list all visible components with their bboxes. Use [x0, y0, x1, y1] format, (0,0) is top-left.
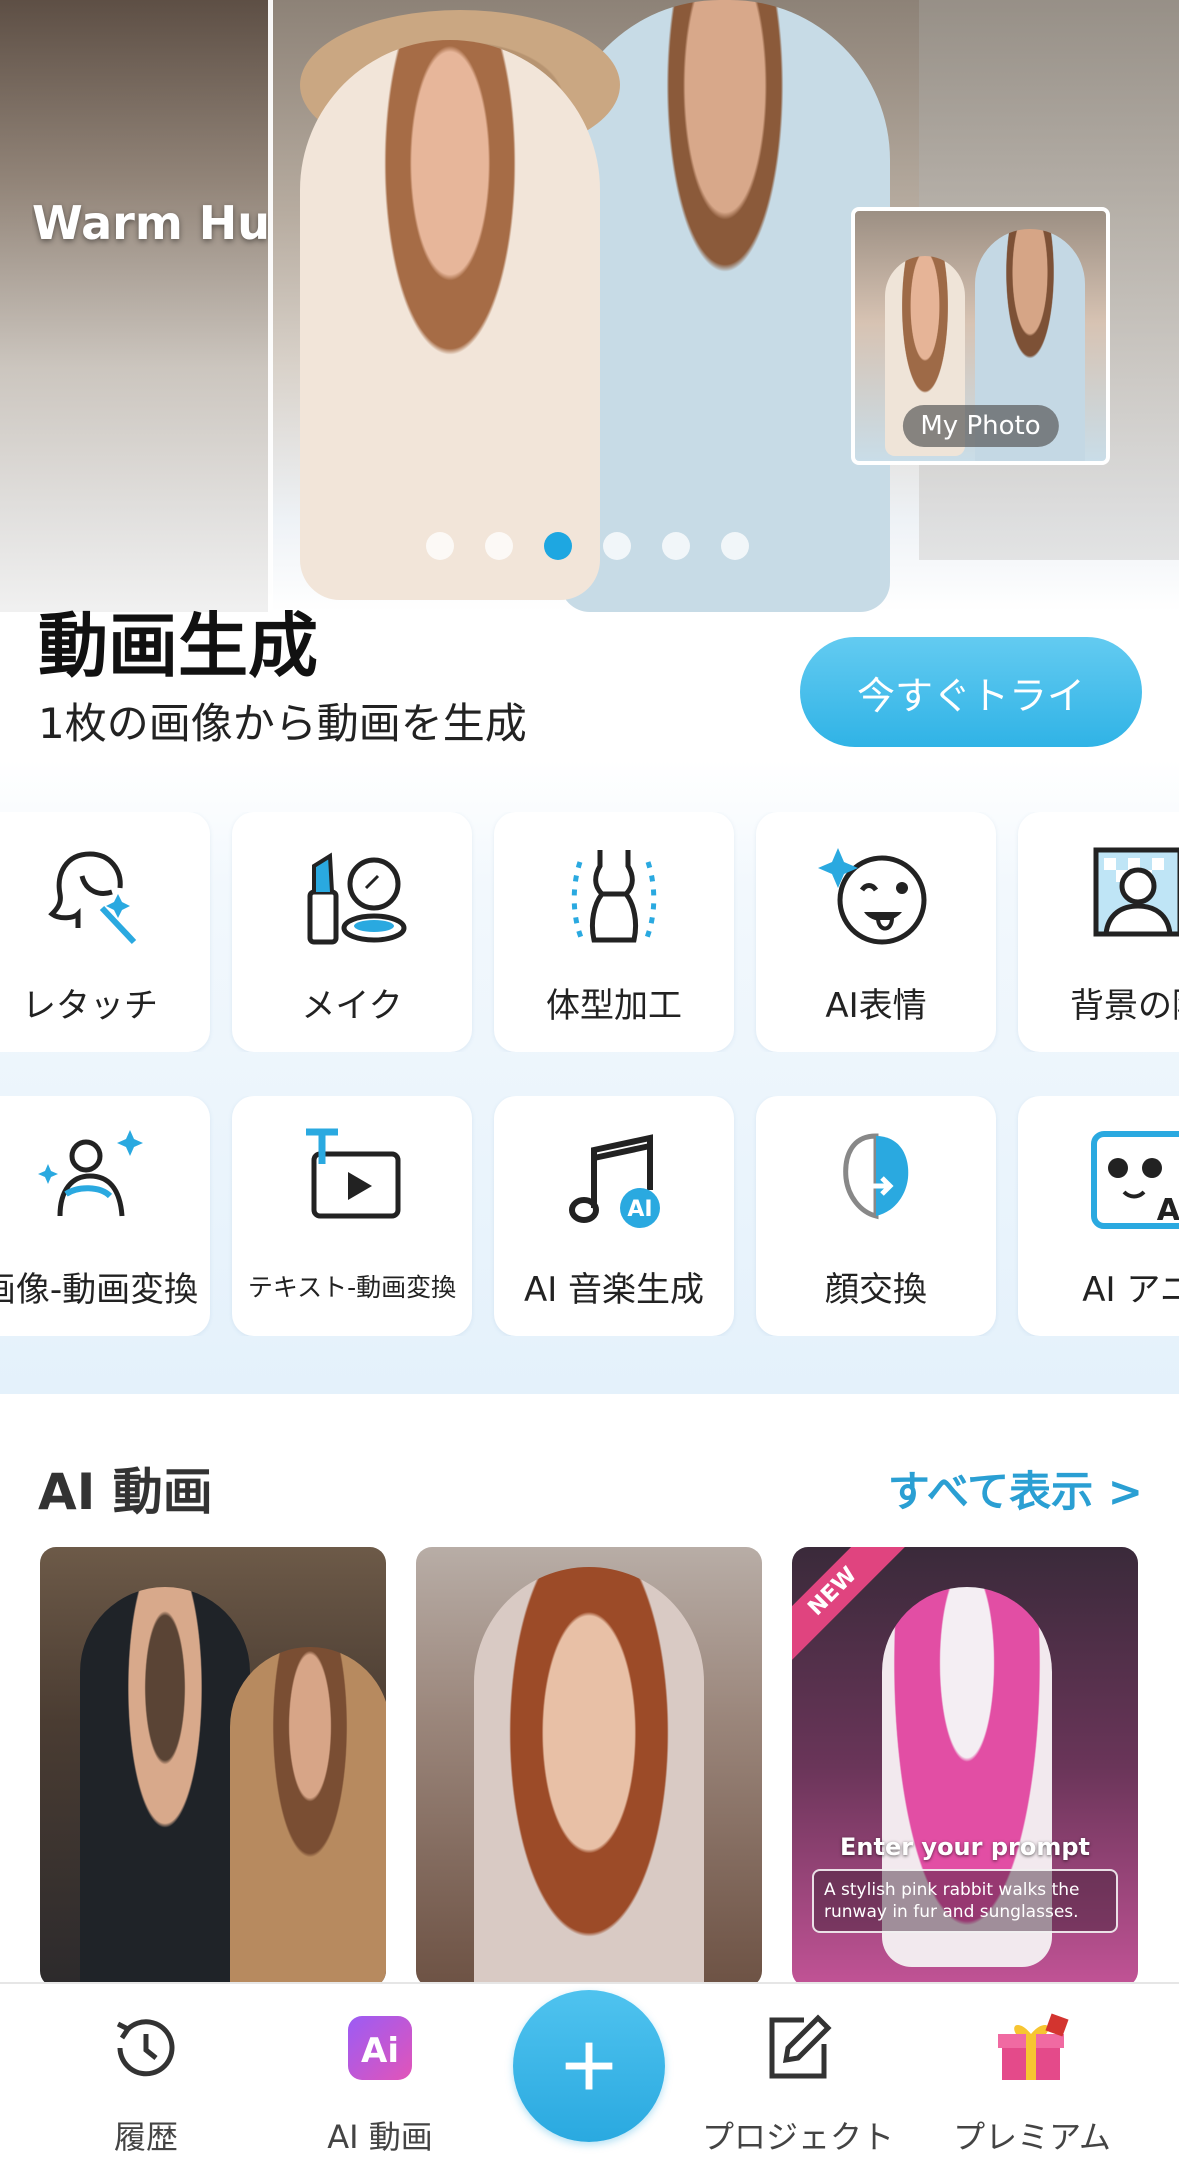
- background-remove-icon: [1093, 847, 1179, 937]
- video-card[interactable]: [416, 1547, 762, 1987]
- promo-subtitle: 1枚の画像から動画を生成: [38, 699, 527, 748]
- tool-label: メイク: [301, 986, 403, 1026]
- tab-label: 履歴: [113, 2118, 178, 2156]
- ai-video-section-title: AI 動画: [38, 1463, 213, 1521]
- tab-label: AI 動画: [327, 2118, 433, 2156]
- tool-label: AI 音楽生成: [523, 1270, 705, 1310]
- ai-expression-icon: [818, 848, 927, 945]
- tools-row-1[interactable]: レタッチ メイク 体型加工 AI表情 背景の: [0, 812, 1179, 1052]
- carousel-dots[interactable]: [426, 532, 749, 560]
- tool-text-to-video[interactable]: テキスト-動画変換: [232, 1096, 472, 1336]
- my-photo-thumbnail: My Photo: [851, 207, 1110, 465]
- tools-row-2[interactable]: 画像-動画変換 テキスト-動画変換 AI AI 音楽生成 顔交換 A AI アニ: [0, 1096, 1179, 1336]
- prompt-text: A stylish pink rabbit walks the runway i…: [812, 1869, 1118, 1933]
- tool-label: 顔交換: [825, 1270, 927, 1310]
- tool-ai-music[interactable]: AI AI 音楽生成: [494, 1096, 734, 1336]
- tab-label: プレミアム: [953, 2118, 1111, 2156]
- tab-history[interactable]: 履歴: [46, 2010, 246, 2158]
- tool-label: レタッチ: [22, 986, 158, 1026]
- video-person-woman: [230, 1647, 386, 1987]
- compare-divider[interactable]: [268, 0, 273, 612]
- hero-woman: [300, 40, 600, 600]
- text-to-video-icon: [306, 1128, 401, 1219]
- tool-body-shape[interactable]: 体型加工: [494, 812, 734, 1052]
- video-card[interactable]: [40, 1547, 386, 1987]
- tool-label: テキスト-動画変換: [247, 1273, 457, 1302]
- carousel-dot-active[interactable]: [544, 532, 572, 560]
- carousel-dot[interactable]: [426, 532, 454, 560]
- tool-face-swap[interactable]: 顔交換: [756, 1096, 996, 1336]
- style-label: Warm Hu: [32, 196, 268, 250]
- hero-before-image: [0, 0, 272, 612]
- promo-title: 動画生成: [38, 605, 318, 687]
- face-swap-icon: [843, 1133, 909, 1220]
- tool-retouch[interactable]: レタッチ: [0, 812, 210, 1052]
- tool-label: 背景の除: [1070, 986, 1179, 1026]
- svg-text:AI: AI: [1157, 1193, 1179, 1228]
- carousel-dot[interactable]: [603, 532, 631, 560]
- svg-text:Ai: Ai: [361, 2031, 399, 2071]
- body-shape-icon: [571, 850, 657, 943]
- edit-icon: [769, 2014, 832, 2079]
- video-card[interactable]: NEW Enter your prompt A stylish pink rab…: [792, 1547, 1138, 1987]
- tool-makeup[interactable]: メイク: [232, 812, 472, 1052]
- image-to-video-icon: [38, 1130, 143, 1217]
- see-all-link[interactable]: すべて表示 >: [888, 1458, 1143, 1519]
- makeup-icon: [307, 852, 407, 945]
- tool-label: 体型加工: [546, 986, 682, 1026]
- tab-label: プロジェクト: [701, 2118, 894, 2156]
- ai-music-icon: AI: [569, 1134, 660, 1228]
- tool-label: 画像-動画変換: [0, 1270, 199, 1310]
- tool-label: AI アニ: [1082, 1270, 1179, 1310]
- tool-background-remove[interactable]: 背景の除: [1018, 812, 1179, 1052]
- video-person-portrait: [474, 1567, 704, 1987]
- history-icon: [116, 2019, 175, 2077]
- prompt-title: Enter your prompt: [840, 1833, 1090, 1861]
- tool-label: AI表情: [825, 986, 927, 1026]
- video-person-man: [80, 1587, 250, 1987]
- tab-premium[interactable]: プレミアム: [932, 2010, 1132, 2158]
- tab-project[interactable]: プロジェクト: [698, 2010, 898, 2158]
- tool-ai-expression[interactable]: AI表情: [756, 812, 996, 1052]
- ai-anime-icon: AI: [1091, 1131, 1179, 1229]
- svg-text:AI: AI: [627, 1197, 652, 1222]
- carousel-dot[interactable]: [485, 532, 513, 560]
- carousel-dot[interactable]: [721, 532, 749, 560]
- tab-ai-video[interactable]: Ai AI 動画: [280, 2010, 480, 2158]
- tool-ai-anime[interactable]: AI AI アニ: [1018, 1096, 1179, 1336]
- retouch-icon: [48, 851, 137, 945]
- try-now-button[interactable]: 今すぐトライ: [800, 637, 1142, 747]
- tool-image-to-video[interactable]: 画像-動画変換: [0, 1096, 210, 1336]
- create-button[interactable]: +: [513, 1990, 665, 2142]
- my-photo-label: My Photo: [902, 405, 1059, 447]
- ai-video-icon: Ai: [348, 2016, 412, 2080]
- hero-banner[interactable]: Warm Hu My Photo: [0, 0, 1179, 612]
- carousel-dot[interactable]: [662, 532, 690, 560]
- plus-icon: +: [560, 2012, 618, 2119]
- gift-icon: [998, 2013, 1069, 2080]
